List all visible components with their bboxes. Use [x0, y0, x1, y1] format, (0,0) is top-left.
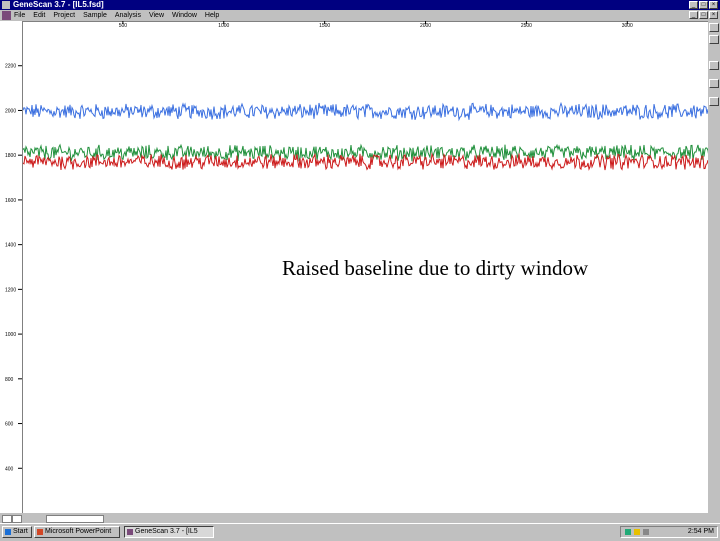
doc-close-button[interactable]: × [709, 11, 718, 19]
scroll-left-icon[interactable] [2, 515, 12, 523]
y-axis-ruler [0, 21, 22, 513]
app-icon[interactable] [2, 1, 10, 9]
windows-logo-icon [5, 529, 11, 535]
title-bar: GeneScan 3.7 - [IL5.fsd] _ □ × [0, 0, 720, 10]
minimize-button[interactable]: _ [689, 1, 698, 9]
zoom-out-icon[interactable] [709, 35, 719, 44]
doc-maximize-button[interactable]: □ [699, 11, 708, 19]
powerpoint-icon [37, 529, 43, 535]
horizontal-scrollbar[interactable] [0, 513, 720, 523]
menu-file[interactable]: File [14, 10, 25, 21]
taskbar: Start Microsoft PowerPoint GeneScan 3.7 … [0, 523, 720, 541]
genescan-icon [127, 529, 133, 535]
scroll-right-icon[interactable] [12, 515, 22, 523]
start-label: Start [13, 528, 28, 535]
menu-project[interactable]: Project [53, 10, 75, 21]
menu-analysis[interactable]: Analysis [115, 10, 141, 21]
doc-minimize-button[interactable]: _ [689, 11, 698, 19]
system-tray: 2:54 PM [620, 526, 718, 538]
clock: 2:54 PM [687, 528, 714, 535]
window-title: GeneScan 3.7 - [IL5.fsd] [13, 0, 104, 9]
menu-window[interactable]: Window [172, 10, 197, 21]
zoom-in-icon[interactable] [709, 23, 719, 32]
annotation-text: Raised baseline due to dirty window [282, 256, 589, 280]
menu-sample[interactable]: Sample [83, 10, 107, 21]
series-line-1 [22, 101, 709, 122]
close-button[interactable]: × [709, 1, 718, 9]
task-powerpoint-label: Microsoft PowerPoint [45, 528, 112, 535]
menu-help[interactable]: Help [205, 10, 219, 21]
task-genescan[interactable]: GeneScan 3.7 - [IL5 [124, 526, 214, 538]
scroll-down-icon[interactable] [709, 97, 719, 106]
document-icon[interactable] [2, 11, 11, 20]
scroll-thumb[interactable] [709, 79, 719, 88]
start-button[interactable]: Start [2, 526, 32, 538]
menu-bar: File Edit Project Sample Analysis View W… [0, 10, 720, 21]
vertical-scrollbar[interactable] [708, 21, 720, 513]
volume-icon[interactable] [634, 529, 640, 535]
task-powerpoint[interactable]: Microsoft PowerPoint [34, 526, 120, 538]
status-field [46, 515, 104, 523]
menu-edit[interactable]: Edit [33, 10, 45, 21]
task-genescan-label: GeneScan 3.7 - [IL5 [135, 528, 198, 535]
scroll-up-icon[interactable] [709, 61, 719, 70]
series-line-2 [22, 143, 710, 162]
network-icon[interactable] [625, 529, 631, 535]
power-icon[interactable] [643, 529, 649, 535]
maximize-button[interactable]: □ [699, 1, 708, 9]
menu-view[interactable]: View [149, 10, 164, 21]
